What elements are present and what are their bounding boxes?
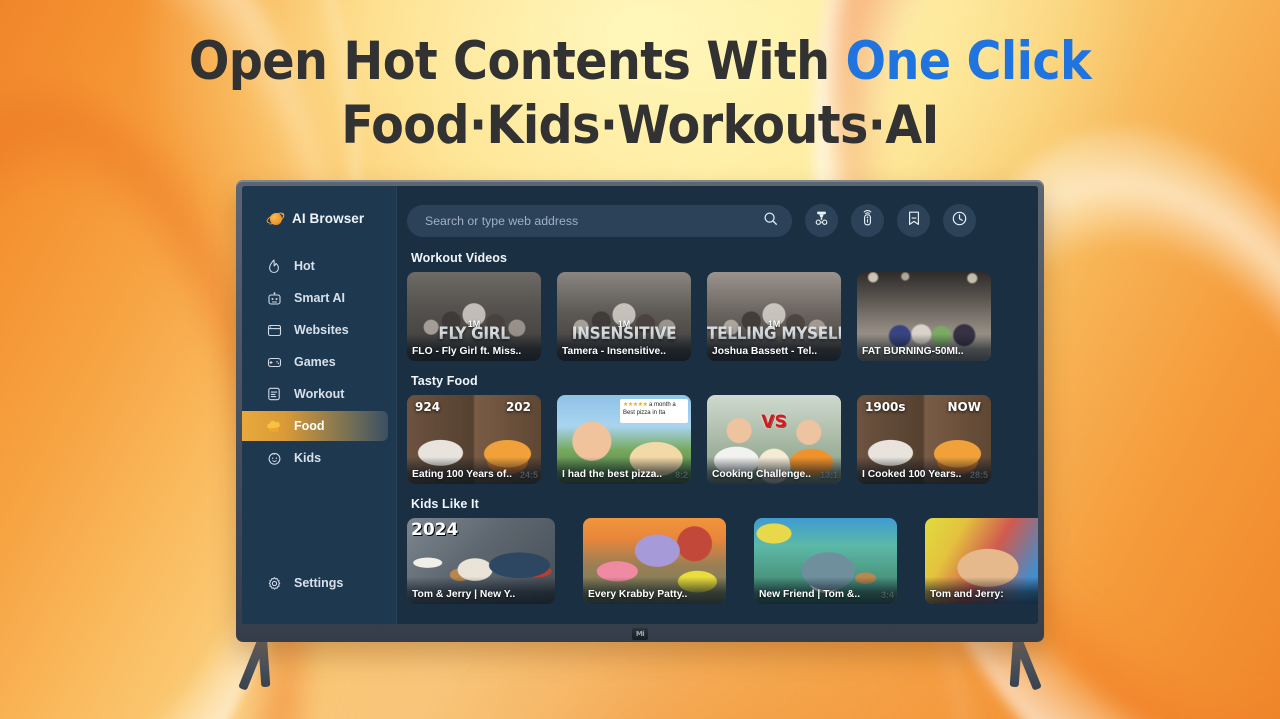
headline: Open Hot Contents With One Click Food·Ki…	[0, 30, 1280, 158]
video-card[interactable]: 2024 Tom & Jerry | New Y..	[407, 518, 555, 604]
video-title: Tom and Jerry:	[925, 577, 1038, 604]
video-title: I Cooked 100 Years..	[857, 457, 991, 484]
cast-device-button[interactable]	[805, 204, 838, 237]
video-title: FLO - Fly Girl ft. Miss..	[407, 334, 541, 361]
section-row-kids: 2024 Tom & Jerry | New Y.. Every Krabby …	[407, 518, 1038, 604]
thumbnail-year-label: 2024	[411, 520, 459, 540]
mi-brand-logo: Mi	[632, 628, 648, 640]
bookmark-icon	[906, 210, 922, 232]
video-title: I had the best pizza..	[557, 457, 691, 484]
chef-hat-icon	[266, 418, 282, 434]
video-card[interactable]: 3:4 New Friend | Tom &..	[754, 518, 897, 604]
video-card[interactable]: ★★★★★ a month a Best pizza in Ita 8:2 I …	[557, 395, 691, 484]
sidebar-item-websites[interactable]: Websites	[242, 315, 388, 345]
video-card[interactable]: 1M TELLING MYSELF Joshua Bassett - Tel..	[707, 272, 841, 361]
review-meta: a month a	[649, 402, 676, 408]
thumbnail-left-label: 924	[415, 400, 441, 414]
brand-name: AI Browser	[292, 211, 365, 226]
sidebar-nav: Hot Smart AI Websites Games Workout Food…	[242, 251, 396, 473]
bookmark-button[interactable]	[897, 204, 930, 237]
headline-plain: Open Hot Contents With	[188, 31, 846, 92]
sidebar-item-food[interactable]: Food	[242, 411, 388, 441]
sidebar-item-label: Games	[294, 355, 336, 369]
search-bar[interactable]	[407, 204, 792, 237]
history-button[interactable]	[943, 204, 976, 237]
video-card[interactable]: Tom and Jerry:	[925, 518, 1038, 604]
video-title: Cooking Challenge..	[707, 457, 841, 484]
section-row-workout: 1M FLY GIRL FLO - Fly Girl ft. Miss.. 1M…	[407, 272, 1038, 361]
video-title: Every Krabby Patty..	[583, 577, 726, 604]
video-card[interactable]: Every Krabby Patty..	[583, 518, 726, 604]
thumbnail-right-label: NOW	[947, 400, 981, 414]
section-title: Tasty Food	[411, 374, 478, 388]
sidebar-item-label: Hot	[294, 259, 315, 273]
video-card[interactable]: 1M INSENSITIVE Tamera - Insensitive..	[557, 272, 691, 361]
video-card[interactable]: FAT BURNING-50MI..	[857, 272, 991, 361]
tv-screen: AI Browser Hot Smart AI Websites Games W…	[242, 186, 1038, 624]
headline-line-1: Open Hot Contents With One Click	[0, 30, 1280, 94]
thumbnail-review-note: ★★★★★ a month a Best pizza in Ita	[619, 399, 688, 423]
star-rating-icon: ★★★★★	[622, 402, 648, 408]
tv-device: Mi AI Browser Hot Smart AI Websites Game…	[236, 180, 1044, 691]
flame-icon	[266, 258, 282, 274]
gamepad-icon	[266, 354, 282, 370]
sidebar-item-workout[interactable]: Workout	[242, 379, 388, 409]
video-card[interactable]: 1M FLY GIRL FLO - Fly Girl ft. Miss..	[407, 272, 541, 361]
section-title: Workout Videos	[411, 251, 508, 265]
main-content: Workout Videos 1M FLY GIRL FLO - Fly Gir…	[397, 186, 1038, 624]
list-icon	[266, 386, 282, 402]
remote-control-button[interactable]	[851, 204, 884, 237]
sidebar-item-kids[interactable]: Kids	[242, 443, 388, 473]
headline-accent: One Click	[845, 31, 1092, 92]
sidebar-item-settings[interactable]: Settings	[242, 568, 388, 598]
sidebar-item-smart-ai[interactable]: Smart AI	[242, 283, 388, 313]
search-input[interactable]	[425, 213, 763, 228]
sidebar-item-label: Workout	[294, 387, 345, 401]
video-title: Joshua Bassett - Tel..	[707, 334, 841, 361]
sidebar-settings-wrap: Settings	[242, 568, 396, 624]
section-title: Kids Like It	[411, 497, 479, 511]
cast-device-icon	[813, 210, 830, 232]
sidebar-item-games[interactable]: Games	[242, 347, 388, 377]
history-clock-icon	[951, 210, 968, 232]
sidebar-item-label: Websites	[294, 323, 349, 337]
sidebar-item-label: Settings	[294, 576, 344, 590]
robot-icon	[266, 290, 282, 306]
video-card[interactable]: 1900s NOW 28:5 I Cooked 100 Years..	[857, 395, 991, 484]
brand: AI Browser	[242, 209, 396, 227]
video-title: New Friend | Tom &..	[754, 577, 897, 604]
sidebar-item-label: Food	[294, 419, 325, 433]
thumbnail-left-label: 1900s	[865, 400, 906, 414]
gear-icon	[266, 575, 282, 591]
review-text: Best pizza in Ita	[622, 410, 666, 416]
video-title: Tom & Jerry | New Y..	[407, 577, 555, 604]
video-card[interactable]: VS 13:1 Cooking Challenge..	[707, 395, 841, 484]
video-card[interactable]: 924202 24:5 Eating 100 Years of..	[407, 395, 541, 484]
vs-badge: VS	[761, 412, 787, 432]
baby-face-icon	[266, 450, 282, 466]
video-title: FAT BURNING-50MI..	[857, 334, 991, 361]
remote-control-icon	[859, 209, 876, 232]
sidebar: AI Browser Hot Smart AI Websites Games W…	[242, 186, 397, 624]
search-icon[interactable]	[763, 211, 778, 231]
video-title: Eating 100 Years of..	[407, 457, 541, 484]
window-icon	[266, 322, 282, 338]
section-row-food: 924202 24:5 Eating 100 Years of.. ★★★★★ …	[407, 395, 1038, 484]
sidebar-item-label: Kids	[294, 451, 322, 465]
video-title: Tamera - Insensitive..	[557, 334, 691, 361]
planet-icon	[265, 209, 286, 227]
thumbnail-right-label: 202	[505, 400, 531, 414]
topbar	[407, 204, 1038, 237]
headline-line-2: Food·Kids·Workouts·AI	[341, 95, 939, 156]
sidebar-item-label: Smart AI	[294, 291, 345, 305]
sidebar-item-hot[interactable]: Hot	[242, 251, 388, 281]
